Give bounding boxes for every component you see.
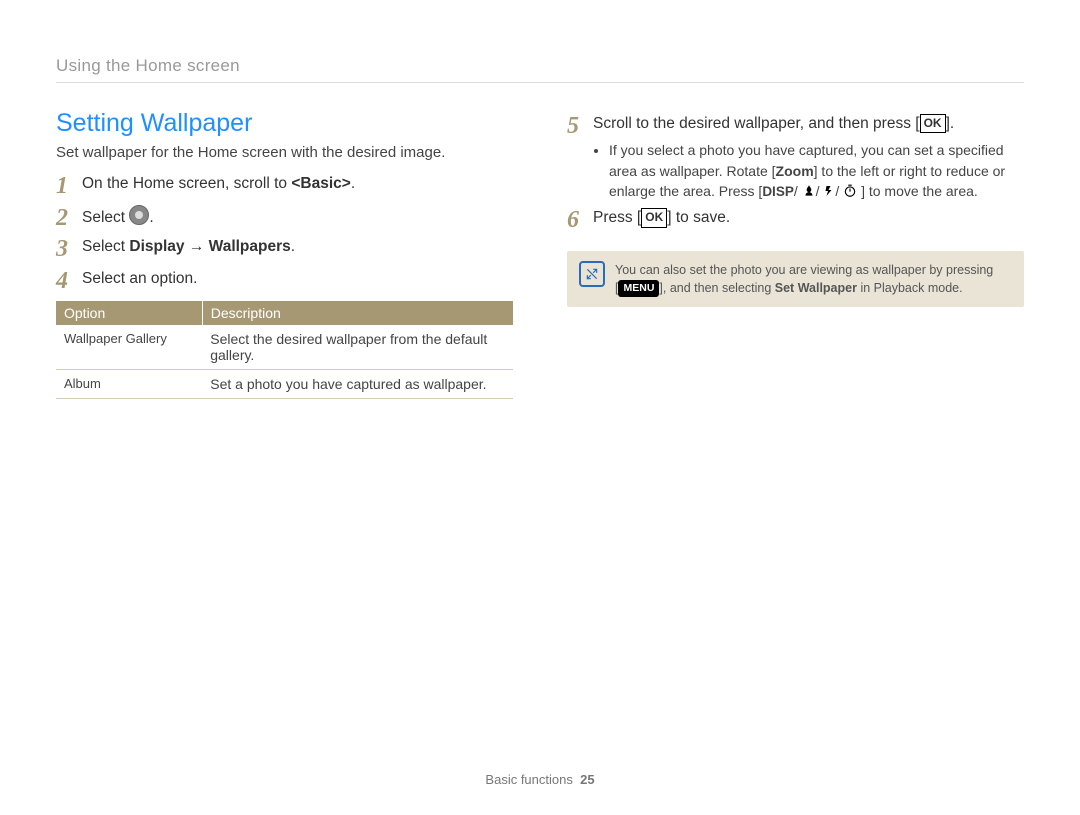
step-text-end: . <box>291 238 295 255</box>
step-5-sublist: If you select a photo you have captured,… <box>609 140 1024 203</box>
bullet-text: ] to move the area. <box>861 183 978 199</box>
footer-section: Basic functions <box>485 772 572 787</box>
manual-page: Using the Home screen Setting Wallpaper … <box>0 0 1080 815</box>
table-row: Album Set a photo you have captured as w… <box>56 370 513 399</box>
macro-icon <box>802 183 816 203</box>
step-text: Scroll to the desired wallpaper, and the… <box>593 115 920 132</box>
divider <box>56 82 1024 83</box>
step-text: Press [ <box>593 209 641 226</box>
page-footer: Basic functions 25 <box>0 772 1080 787</box>
step-5: Scroll to the desired wallpaper, and the… <box>567 113 1024 203</box>
note-line: in Playback mode. <box>857 281 963 295</box>
step-5-bullet: If you select a photo you have captured,… <box>609 140 1024 203</box>
disp-label: DISP <box>762 184 794 199</box>
section-lead: Set wallpaper for the Home screen with t… <box>56 144 513 161</box>
menu-button-icon: MENU <box>618 280 659 297</box>
option-name: Album <box>56 370 202 399</box>
step-2: Select . <box>56 205 513 233</box>
settings-dial-icon <box>129 205 149 225</box>
left-column: Setting Wallpaper Set wallpaper for the … <box>56 109 513 399</box>
note-text: You can also set the photo you are viewi… <box>615 261 993 297</box>
ok-button-icon: OK <box>920 114 946 133</box>
option-desc: Set a photo you have captured as wallpap… <box>202 370 513 399</box>
step-3: Select Display → Wallpapers. <box>56 236 513 264</box>
step-text-end: ] to save. <box>667 209 730 226</box>
running-head: Using the Home screen <box>56 56 1024 76</box>
steps-list-left: On the Home screen, scroll to <Basic>. S… <box>56 173 513 295</box>
note-box: You can also set the photo you are viewi… <box>567 251 1024 307</box>
note-line: You can also set the photo you are viewi… <box>615 263 993 277</box>
zoom-label: Zoom <box>776 163 814 179</box>
option-desc: Select the desired wallpaper from the de… <box>202 325 513 370</box>
options-table: Option Description Wallpaper Gallery Sel… <box>56 301 513 399</box>
slash: / <box>794 183 798 199</box>
step-4: Select an option. <box>56 268 513 296</box>
section-title: Setting Wallpaper <box>56 109 513 138</box>
slash: / <box>816 183 820 199</box>
step-text-end: ]. <box>946 115 955 132</box>
basic-label: <Basic> <box>291 175 350 192</box>
table-row: Wallpaper Gallery Select the desired wal… <box>56 325 513 370</box>
step-1: On the Home screen, scroll to <Basic>. <box>56 173 513 201</box>
flash-icon <box>823 183 835 203</box>
note-icon <box>579 261 605 287</box>
menu-path: Display → Wallpapers <box>129 238 290 255</box>
step-text: Select an option. <box>82 268 197 290</box>
set-wallpaper-label: Set Wallpaper <box>775 281 857 295</box>
table-header-option: Option <box>56 301 202 325</box>
timer-icon <box>843 183 857 203</box>
slash: / <box>835 183 839 199</box>
step-text-end: . <box>149 209 153 226</box>
step-text-end: . <box>351 175 355 192</box>
page-number: 25 <box>580 772 594 787</box>
table-header-description: Description <box>202 301 513 325</box>
step-text: Select <box>82 209 129 226</box>
two-column-layout: Setting Wallpaper Set wallpaper for the … <box>56 109 1024 399</box>
step-text: Select <box>82 238 129 255</box>
ok-button-icon: OK <box>641 208 667 227</box>
step-6: Press [OK] to save. <box>567 207 1024 235</box>
note-line: ], and then selecting <box>659 281 774 295</box>
right-column: Scroll to the desired wallpaper, and the… <box>567 109 1024 399</box>
steps-list-right: Scroll to the desired wallpaper, and the… <box>567 113 1024 235</box>
step-text: On the Home screen, scroll to <box>82 175 291 192</box>
option-name: Wallpaper Gallery <box>56 325 202 370</box>
